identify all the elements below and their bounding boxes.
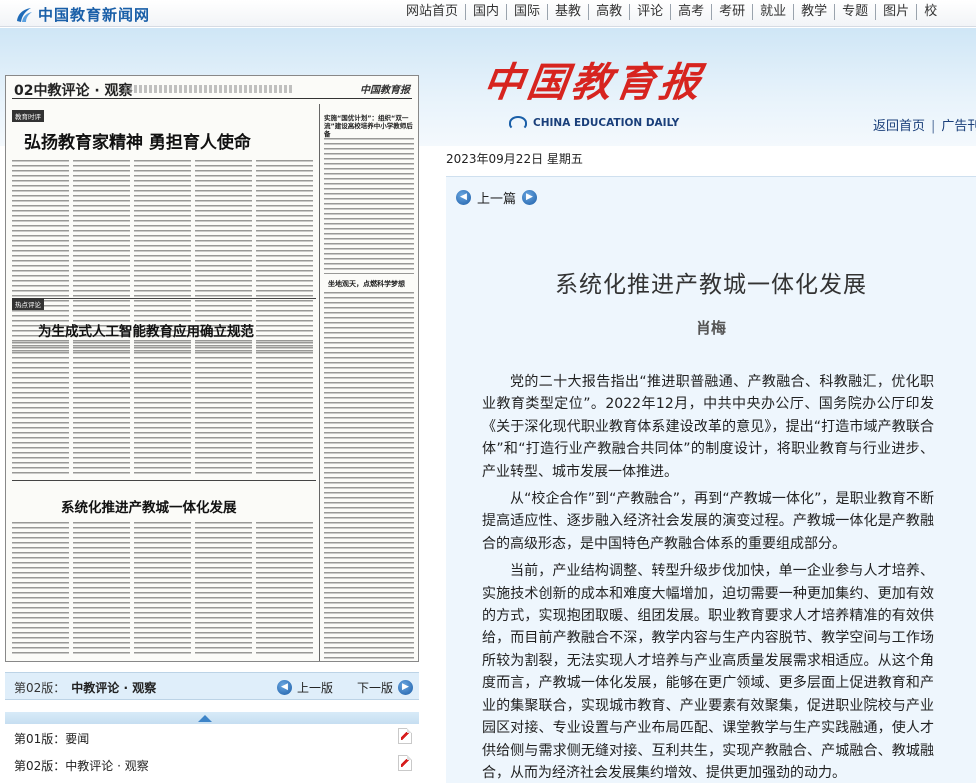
article-panel: ◀ 上一篇 ▶ 系统化推进产教城一体化发展 肖梅 党的二十大报告指出“推进职普融…: [446, 176, 976, 783]
current-edition-label: 第02版：: [14, 681, 66, 695]
next-edition-button[interactable]: 下一版 ▶: [357, 679, 414, 696]
previous-edition-button[interactable]: ◀ 上一版: [277, 679, 333, 696]
paper-emblem-icon: [509, 116, 527, 130]
next-edition-label: 下一版: [357, 681, 394, 695]
nav-item-international[interactable]: 国际: [506, 4, 547, 20]
link-separator: |: [931, 119, 936, 134]
article-body: 党的二十大报告指出“推进职普融通、产教融合、科教融汇，优化职业教育类型定位”。2…: [482, 371, 934, 783]
arrow-left-icon: ◀: [456, 190, 471, 205]
current-edition: 第02版： 中教评论 · 观察: [14, 679, 156, 696]
page-image-column-rule: [319, 104, 320, 661]
nav-item-topics[interactable]: 专题: [834, 4, 875, 20]
article-author: 肖梅: [695, 319, 726, 337]
page-image-headline-2[interactable]: 为生成式人工智能教育应用确立规范: [38, 320, 254, 340]
pdf-icon[interactable]: [398, 728, 412, 744]
page-image-header: 02中教评论 · 观察 中国教育报: [12, 79, 412, 99]
arrow-right-icon: ▶: [398, 680, 414, 695]
previous-edition-label: 上一版: [297, 681, 334, 695]
arrow-right-icon: ▶: [522, 190, 538, 205]
article-paragraph: 当前，产业结构调整、转型升级步伐加快，单一企业参与人才培养、实施技术创新的成本和…: [482, 563, 934, 781]
site-name: 中国教育新闻网: [38, 6, 151, 24]
masthead-title: 中国教育报: [480, 59, 707, 106]
page-image-section-tag-2: 热点评论: [12, 298, 44, 310]
site-logo[interactable]: 中国教育新闻网: [14, 4, 150, 25]
swoosh-logo-icon: [14, 6, 34, 24]
previous-article-button[interactable]: ◀ 上一篇 ▶: [456, 188, 538, 207]
article-paragraph: 党的二十大报告指出“推进职普融通、产教融合、科教融汇，优化职业教育类型定位”。2…: [482, 374, 934, 480]
edition-link-01[interactable]: 第01版：要闻: [14, 730, 89, 747]
header-links: 返回首页 | 广告刊: [873, 115, 976, 134]
page-image-side-headline[interactable]: 实施“国优计划”：组织“双一流”建设高校培养中小学教师后备: [324, 114, 416, 138]
nav-item-teaching[interactable]: 教学: [793, 4, 834, 20]
page-image-headline-3[interactable]: 系统化推进产教城一体化发展: [61, 496, 237, 516]
edition-list: 第01版：要闻 第02版：中教评论 · 观察: [5, 724, 419, 783]
nav-item-campus[interactable]: 校: [916, 4, 944, 20]
version-navigation-bar: 第02版： 中教评论 · 观察 ◀ 上一版 下一版 ▶: [5, 672, 419, 700]
pdf-icon[interactable]: [398, 755, 412, 771]
page-image-number: 02中教评论 · 观察: [14, 83, 133, 99]
page-image-side-headline-2[interactable]: 坐地观天，点燃科学梦想: [328, 279, 405, 289]
previous-article-label: 上一篇: [477, 192, 517, 207]
edition-list-collapse-bar[interactable]: [5, 712, 419, 724]
back-home-link[interactable]: 返回首页: [873, 119, 925, 134]
page-image-text-block-2: [12, 342, 316, 474]
page-image-text-block-3: [12, 522, 316, 656]
article-title: 系统化推进产教城一体化发展: [555, 272, 867, 298]
page-image-divider-2: [12, 480, 316, 481]
page-image-divider: [12, 298, 316, 299]
nav-item-higher-edu[interactable]: 高教: [588, 4, 629, 20]
issue-date: 2023年09月22日 星期五: [446, 152, 583, 166]
top-bar: 中国教育新闻网 网站首页 国内 国际 基教 高教 评论 高考 考研 就业 教学 …: [0, 0, 976, 27]
article-paragraph: 从“校企合作”到“产教融合”，再到“产教城一体化”，是职业教育不断提高适应性、逐…: [482, 491, 934, 552]
masthead-english: CHINA EDUCATION DAILY: [509, 116, 679, 130]
arrow-left-icon: ◀: [277, 680, 292, 695]
masthead-english-text: CHINA EDUCATION DAILY: [533, 117, 680, 129]
nav-item-domestic[interactable]: 国内: [465, 4, 506, 20]
nav-item-gaokao[interactable]: 高考: [670, 4, 711, 20]
nav-item-kaoyan[interactable]: 考研: [711, 4, 752, 20]
nav-item-employment[interactable]: 就业: [752, 4, 793, 20]
page-image-section-tag: 教育时评: [12, 110, 44, 122]
page-image-headline-1[interactable]: 弘扬教育家精神 勇担育人使命: [24, 128, 251, 153]
page-image-paper-logo: 中国教育报: [360, 85, 410, 96]
newspaper-page-image[interactable]: 02中教评论 · 观察 中国教育报 教育时评 弘扬教育家精神 勇担育人使命 实施…: [5, 75, 419, 662]
nav-item-pictures[interactable]: 图片: [875, 4, 916, 20]
page-image-info-line: [124, 85, 294, 93]
advertising-link[interactable]: 广告刊: [941, 119, 976, 134]
page-image-side-text: [324, 138, 414, 274]
page-image-side-text-2: [324, 292, 414, 660]
edition-link-02[interactable]: 第02版：中教评论 · 观察: [14, 757, 149, 774]
collapse-up-icon: [198, 715, 212, 722]
nav-item-basic-edu[interactable]: 基教: [547, 4, 588, 20]
nav-item-home[interactable]: 网站首页: [399, 4, 465, 20]
top-nav: 网站首页 国内 国际 基教 高教 评论 高考 考研 就业 教学 专题 图片 校: [399, 4, 944, 20]
current-edition-name: 中教评论 · 观察: [71, 681, 157, 695]
nav-item-commentary[interactable]: 评论: [629, 4, 670, 20]
